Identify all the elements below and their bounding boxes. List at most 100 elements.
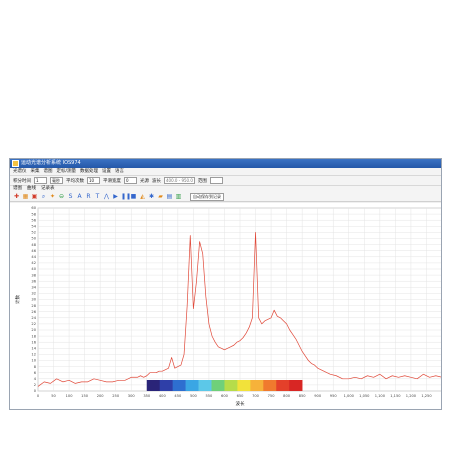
menu-item-language[interactable]: 语言 xyxy=(115,168,124,175)
menu-item-settings[interactable]: 设置 xyxy=(102,168,111,175)
x-tick-label: 250 xyxy=(112,394,120,398)
x-tick-label: 550 xyxy=(205,394,213,398)
y-tick-label: 8 xyxy=(34,365,37,369)
spectrum-chart-svg: 0 50 100 150 200 250 300 350 400 450 500 550 600 650 7… xyxy=(14,206,441,407)
y-tick-label: 40 xyxy=(31,267,36,271)
range-field[interactable] xyxy=(209,177,223,184)
y-tick-label: 50 xyxy=(31,237,36,241)
x-tick-label: 950 xyxy=(330,394,338,398)
wavelength-color-band xyxy=(172,380,186,391)
y-tick-label: 54 xyxy=(31,225,36,229)
y-tick-label: 32 xyxy=(31,292,36,296)
y-tick-label: 56 xyxy=(31,218,36,222)
average-label: 平均次数 xyxy=(66,178,84,184)
x-tick-label: 100 xyxy=(66,394,74,398)
smooth-label: 平滑宽度 xyxy=(103,178,121,184)
t-icon[interactable]: T xyxy=(94,193,101,201)
toolbar: ✚ ▦ ▣ ⌕ ✦ ⊖ S A R T ⋀ ▶ ❚❚ ■ ◭ ✱ ▰ ▤ ▥ 自… xyxy=(10,192,441,202)
x-tick-label: 50 xyxy=(51,394,56,398)
smooth-width-field[interactable]: 0 xyxy=(124,177,137,184)
x-tick-label: 400 xyxy=(159,394,167,398)
s-icon[interactable]: S xyxy=(67,193,74,201)
x-tick-label: 650 xyxy=(237,394,245,398)
y-tick-label: 12 xyxy=(31,353,36,357)
peak-icon[interactable]: ⋀ xyxy=(103,193,110,201)
integration-label: 积分时间 xyxy=(13,178,31,184)
y-tick-label: 30 xyxy=(31,298,36,302)
average-count-field[interactable]: 10 xyxy=(87,177,100,184)
x-tick-label: 900 xyxy=(314,394,322,398)
menu-item-spectrometer[interactable]: 光谱仪 xyxy=(13,168,27,175)
x-tick-label: 1,250 xyxy=(421,394,432,398)
unit-select[interactable]: 毫秒 xyxy=(50,177,63,184)
menu-bar: 光谱仪 采集 谱图 定标/测量 数据处理 设置 语言 xyxy=(10,168,441,176)
x-axis-label: 波长 xyxy=(236,400,245,407)
wavelength-color-band xyxy=(224,380,238,391)
menu-item-acquire[interactable]: 采集 xyxy=(31,168,40,175)
integration-time-field[interactable]: 1 xyxy=(34,177,47,184)
wavelength-label: 波长 xyxy=(152,178,161,184)
zoom-out-icon[interactable]: ⊖ xyxy=(58,193,65,201)
y-tick-label: 24 xyxy=(31,316,36,320)
spectrum-chart: 0 50 100 150 200 250 300 350 400 450 500 550 600 650 7… xyxy=(10,203,441,409)
x-tick-label: 1,150 xyxy=(390,394,401,398)
autosave-dropdown[interactable]: 自动保存到记录 xyxy=(190,192,224,201)
wavelength-color-band xyxy=(237,380,251,391)
tab-record-table[interactable]: 记录表 xyxy=(41,186,55,192)
tab-spectrum[interactable]: 谱图 xyxy=(13,186,22,192)
stop-icon[interactable]: ■ xyxy=(130,193,137,201)
menu-item-spectrum[interactable]: 谱图 xyxy=(44,168,53,175)
title-bar: 运动光谱分析系统 IOS974 xyxy=(10,159,441,168)
grid-icon[interactable]: ▦ xyxy=(22,193,29,201)
y-tick-label: 26 xyxy=(31,310,36,314)
a-icon[interactable]: A xyxy=(76,193,83,201)
y-tick-label: 42 xyxy=(31,261,36,265)
wavelength-range-field[interactable]: 400.0 - 950.0 xyxy=(164,177,195,184)
x-tick-label: 700 xyxy=(252,394,260,398)
x-tick-label: 1,100 xyxy=(375,394,386,398)
save-icon[interactable]: ▣ xyxy=(31,193,38,201)
y-tick-label: 14 xyxy=(31,347,36,351)
wavelength-color-band xyxy=(250,380,264,391)
app-icon xyxy=(12,160,19,167)
wavelength-color-band xyxy=(185,380,199,391)
x-tick-label: 150 xyxy=(81,394,89,398)
wavelength-color-band xyxy=(198,380,212,391)
parameter-row: 积分时间 1 毫秒 平均次数 10 平滑宽度 0 光源 波长 400.0 - 9… xyxy=(10,176,441,186)
play-icon[interactable]: ▶ xyxy=(112,193,119,201)
x-tick-label: 1,050 xyxy=(359,394,370,398)
x-tick-label: 600 xyxy=(221,394,229,398)
disk-icon[interactable]: ▤ xyxy=(166,193,173,201)
y-tick-label: 36 xyxy=(31,279,36,283)
star-icon[interactable]: ✦ xyxy=(49,193,56,201)
range-label: 范围 xyxy=(197,178,207,184)
y-tick-label: 20 xyxy=(31,328,36,332)
lightsource-label: 光源 xyxy=(140,178,149,184)
wavelength-color-band xyxy=(146,380,161,391)
y-tick-label: 10 xyxy=(31,359,36,363)
y-tick-label: 6 xyxy=(34,371,37,375)
wavelength-color-band xyxy=(159,380,173,391)
x-tick-label: 1,000 xyxy=(344,394,355,398)
y-tick-label: 52 xyxy=(31,231,36,235)
y-tick-label: 38 xyxy=(31,273,36,277)
print-icon[interactable]: ▥ xyxy=(175,193,182,201)
zoom-icon[interactable]: ⌕ xyxy=(40,193,47,201)
y-axis-label: 计数 xyxy=(14,295,21,304)
pause-icon[interactable]: ❚❚ xyxy=(121,193,131,201)
settings-icon[interactable]: ✱ xyxy=(148,193,155,201)
r-icon[interactable]: R xyxy=(85,193,92,201)
menu-item-data[interactable]: 数据处理 xyxy=(80,168,98,175)
y-tick-label: 16 xyxy=(31,340,36,344)
chart-icon[interactable]: ◭ xyxy=(139,193,146,201)
y-tick-label: 44 xyxy=(31,255,36,259)
tab-curve[interactable]: 曲线 xyxy=(27,186,36,192)
y-tick-label: 4 xyxy=(34,377,37,381)
x-tick-label: 450 xyxy=(174,394,182,398)
window-title: 运动光谱分析系统 IOS974 xyxy=(21,160,81,166)
menu-item-calibrate[interactable]: 定标/测量 xyxy=(57,168,77,175)
folder-icon[interactable]: ▰ xyxy=(157,193,164,201)
wavelength-color-band xyxy=(276,380,290,391)
y-tick-label: 48 xyxy=(31,243,36,247)
add-icon[interactable]: ✚ xyxy=(13,193,20,201)
